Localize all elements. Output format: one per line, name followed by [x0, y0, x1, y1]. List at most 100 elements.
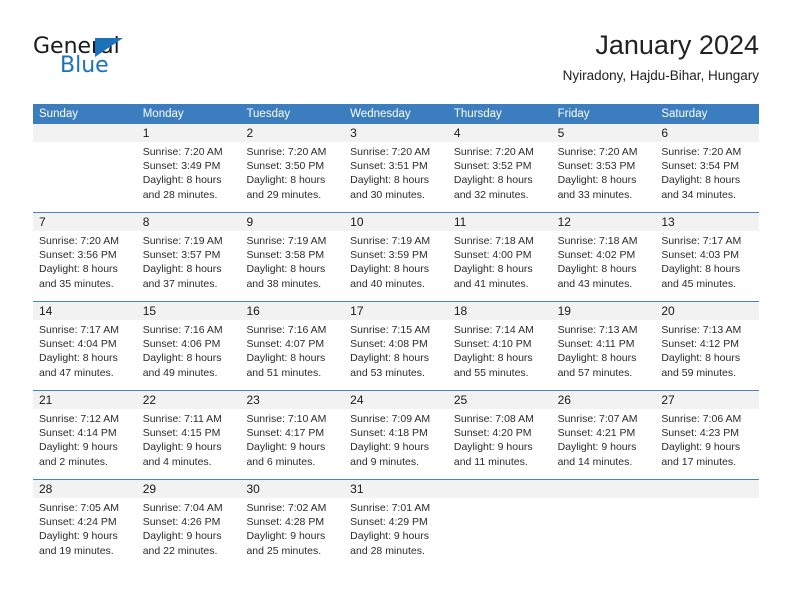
day-cell-7[interactable]: Sunrise: 7:20 AM Sunset: 3:56 PM Daylight:…	[33, 231, 137, 301]
day-number-28[interactable]: 28	[33, 480, 137, 498]
day-number-3[interactable]: 3	[344, 124, 448, 142]
daylight-text-line1: Daylight: 8 hours	[453, 352, 533, 365]
day-cell-22[interactable]: Sunrise: 7:11 AM Sunset: 4:15 PM Daylight:…	[137, 409, 241, 479]
day-number-18[interactable]: 18	[448, 302, 552, 320]
sunset-text: Sunset: 4:24 PM	[39, 516, 117, 529]
day-cell-17[interactable]: Sunrise: 7:15 AM Sunset: 4:08 PM Daylight:…	[344, 320, 448, 390]
day-cell-30[interactable]: Sunrise: 7:02 AM Sunset: 4:28 PM Daylight:…	[240, 498, 344, 568]
day-cell-18[interactable]: Sunrise: 7:14 AM Sunset: 4:10 PM Daylight:…	[448, 320, 552, 390]
day-number-11[interactable]: 11	[448, 213, 552, 231]
daylight-text-line1: Daylight: 9 hours	[246, 530, 326, 543]
day-number-1[interactable]: 1	[137, 124, 241, 142]
day-cell-1[interactable]: Sunrise: 7:20 AM Sunset: 3:49 PM Daylight:…	[137, 142, 241, 212]
day-number-15[interactable]: 15	[137, 302, 241, 320]
day-number-26[interactable]: 26	[552, 391, 656, 409]
day-number-13[interactable]: 13	[655, 213, 759, 231]
day-number-31[interactable]: 31	[344, 480, 448, 498]
daylight-text-line1: Daylight: 8 hours	[142, 174, 222, 187]
day-number-27[interactable]: 27	[655, 391, 759, 409]
day-number-2[interactable]: 2	[240, 124, 344, 142]
sunrise-text: Sunrise: 7:19 AM	[350, 235, 431, 247]
sunrise-text: Sunrise: 7:13 AM	[661, 324, 742, 336]
daylight-text-line1: Daylight: 8 hours	[453, 174, 533, 187]
sunrise-text: Sunrise: 7:07 AM	[557, 413, 638, 425]
day-cell-10[interactable]: Sunrise: 7:19 AM Sunset: 3:59 PM Daylight:…	[344, 231, 448, 301]
day-cell-3[interactable]: Sunrise: 7:20 AM Sunset: 3:51 PM Daylight:…	[344, 142, 448, 212]
sunset-text: Sunset: 4:17 PM	[246, 427, 325, 440]
week-date-number-band: 21 22 23 24 25 26 27	[33, 391, 759, 409]
day-cell-20[interactable]: Sunrise: 7:13 AM Sunset: 4:12 PM Daylight:…	[655, 320, 759, 390]
daylight-text-line2: and 25 minutes.	[246, 544, 322, 557]
day-cell-19[interactable]: Sunrise: 7:13 AM Sunset: 4:11 PM Daylight:…	[552, 320, 656, 390]
day-cell-28[interactable]: Sunrise: 7:05 AM Sunset: 4:24 PM Daylight:…	[33, 498, 137, 568]
day-cell-15[interactable]: Sunrise: 7:16 AM Sunset: 4:06 PM Daylight:…	[137, 320, 241, 390]
day-number-22[interactable]: 22	[137, 391, 241, 409]
day-cell-26[interactable]: Sunrise: 7:07 AM Sunset: 4:21 PM Daylight:…	[552, 409, 656, 479]
week-date-number-band: 28 29 30 31	[33, 480, 759, 498]
sunset-text: Sunset: 4:12 PM	[661, 338, 739, 351]
day-number-6[interactable]: 6	[655, 124, 759, 142]
daylight-text-line2: and 35 minutes.	[39, 277, 114, 290]
day-number-23[interactable]: 23	[240, 391, 344, 409]
day-number-8[interactable]: 8	[137, 213, 241, 231]
day-number-24[interactable]: 24	[344, 391, 448, 409]
day-cell-11[interactable]: Sunrise: 7:18 AM Sunset: 4:00 PM Daylight:…	[448, 231, 552, 301]
day-cell-14[interactable]: Sunrise: 7:17 AM Sunset: 4:04 PM Daylight:…	[33, 320, 137, 390]
day-cell-6[interactable]: Sunrise: 7:20 AM Sunset: 3:54 PM Daylight:…	[655, 142, 759, 212]
sunrise-text: Sunrise: 7:01 AM	[350, 502, 431, 514]
day-cell-9[interactable]: Sunrise: 7:19 AM Sunset: 3:58 PM Daylight:…	[240, 231, 344, 301]
calendar-week-row: 21 22 23 24 25 26 27 Sunrise: 7:12 AM Sunset: 4:…	[33, 391, 759, 480]
sunset-text: Sunset: 4:21 PM	[557, 427, 636, 440]
daylight-text-line1: Daylight: 9 hours	[350, 441, 429, 454]
day-cell-23[interactable]: Sunrise: 7:10 AM Sunset: 4:17 PM Daylight:…	[240, 409, 344, 479]
daylight-text-line2: and 38 minutes.	[246, 277, 322, 290]
day-number-9[interactable]: 9	[240, 213, 344, 231]
day-number-25[interactable]: 25	[448, 391, 552, 409]
day-number-7[interactable]: 7	[33, 213, 137, 231]
day-number-12[interactable]: 12	[552, 213, 656, 231]
daylight-text-line1: Daylight: 9 hours	[142, 530, 222, 543]
day-number-16[interactable]: 16	[240, 302, 344, 320]
day-cell-4[interactable]: Sunrise: 7:20 AM Sunset: 3:52 PM Daylight:…	[448, 142, 552, 212]
day-cell-empty	[33, 142, 137, 212]
sunset-text: Sunset: 3:49 PM	[142, 160, 221, 173]
day-cell-25[interactable]: Sunrise: 7:08 AM Sunset: 4:20 PM Daylight:…	[448, 409, 552, 479]
day-cell-5[interactable]: Sunrise: 7:20 AM Sunset: 3:53 PM Daylight:…	[552, 142, 656, 212]
daylight-text-line1: Daylight: 8 hours	[246, 352, 326, 365]
daylight-text-line2: and 11 minutes.	[453, 455, 528, 468]
day-number-17[interactable]: 17	[344, 302, 448, 320]
day-number-5[interactable]: 5	[552, 124, 656, 142]
daylight-text-line2: and 14 minutes.	[557, 455, 633, 468]
page-subtitle: Nyiradony, Hajdu-Bihar, Hungary	[562, 68, 759, 83]
daylight-text-line1: Daylight: 9 hours	[453, 441, 533, 454]
day-cell-empty	[448, 498, 552, 568]
day-cell-27[interactable]: Sunrise: 7:06 AM Sunset: 4:23 PM Daylight:…	[655, 409, 759, 479]
sunset-text: Sunset: 3:57 PM	[142, 249, 221, 262]
day-cell-2[interactable]: Sunrise: 7:20 AM Sunset: 3:50 PM Daylight:…	[240, 142, 344, 212]
day-number-20[interactable]: 20	[655, 302, 759, 320]
daylight-text-line1: Daylight: 9 hours	[350, 530, 429, 543]
day-number-4[interactable]: 4	[448, 124, 552, 142]
day-cell-31[interactable]: Sunrise: 7:01 AM Sunset: 4:29 PM Daylight:…	[344, 498, 448, 568]
day-number-19[interactable]: 19	[552, 302, 656, 320]
day-cell-13[interactable]: Sunrise: 7:17 AM Sunset: 4:03 PM Daylight:…	[655, 231, 759, 301]
sunrise-text: Sunrise: 7:20 AM	[39, 235, 119, 247]
day-cell-8[interactable]: Sunrise: 7:19 AM Sunset: 3:57 PM Daylight:…	[137, 231, 241, 301]
sunrise-text: Sunrise: 7:02 AM	[246, 502, 327, 514]
sunset-text: Sunset: 4:23 PM	[661, 427, 739, 440]
day-number-10[interactable]: 10	[344, 213, 448, 231]
day-number-14[interactable]: 14	[33, 302, 137, 320]
day-number-29[interactable]: 29	[137, 480, 241, 498]
day-cell-16[interactable]: Sunrise: 7:16 AM Sunset: 4:07 PM Daylight:…	[240, 320, 344, 390]
calendar-page: General Blue January 2024 Nyiradony, Haj…	[0, 0, 792, 612]
sunset-text: Sunset: 4:29 PM	[350, 516, 428, 529]
sunrise-text: Sunrise: 7:06 AM	[661, 413, 742, 425]
day-cell-12[interactable]: Sunrise: 7:18 AM Sunset: 4:02 PM Daylight:…	[552, 231, 656, 301]
daylight-text-line2: and 34 minutes.	[661, 188, 737, 201]
day-cell-24[interactable]: Sunrise: 7:09 AM Sunset: 4:18 PM Daylight:…	[344, 409, 448, 479]
sunrise-text: Sunrise: 7:13 AM	[557, 324, 638, 336]
day-number-30[interactable]: 30	[240, 480, 344, 498]
day-cell-29[interactable]: Sunrise: 7:04 AM Sunset: 4:26 PM Daylight:…	[137, 498, 241, 568]
day-cell-21[interactable]: Sunrise: 7:12 AM Sunset: 4:14 PM Daylight:…	[33, 409, 137, 479]
day-number-21[interactable]: 21	[33, 391, 137, 409]
